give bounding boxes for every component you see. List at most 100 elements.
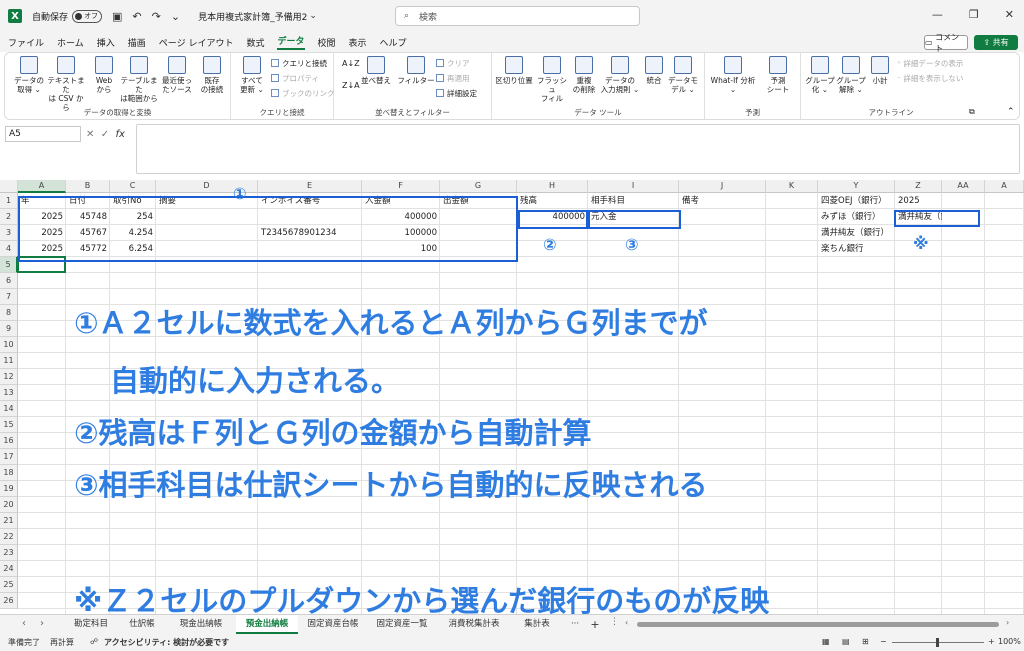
hide-detail-button[interactable]: ⁻ 詳細を表示しない xyxy=(897,73,963,84)
forecast-sheet-button[interactable]: 予測 シート xyxy=(759,56,797,94)
row-header-12[interactable]: 12 xyxy=(0,369,18,385)
row-header-26[interactable]: 26 xyxy=(0,593,18,609)
ungroup-button[interactable]: グループ 解除 ⌄ xyxy=(835,56,867,94)
tab-formulas[interactable]: 数式 xyxy=(246,36,264,49)
clear-filter-button[interactable]: クリア xyxy=(436,58,470,69)
tab-help[interactable]: ヘルプ xyxy=(380,36,407,49)
redo-icon[interactable]: ↷ xyxy=(152,10,161,23)
row-header-20[interactable]: 20 xyxy=(0,497,18,513)
row-header-22[interactable]: 22 xyxy=(0,529,18,545)
sheet-tab-2[interactable]: 仕訳帳 xyxy=(118,615,166,634)
column-header-C[interactable]: C xyxy=(110,180,156,193)
autosave-toggle[interactable]: オフ xyxy=(72,9,103,23)
undo-icon[interactable]: ↶ xyxy=(132,10,141,23)
page-layout-view-icon[interactable]: ▤ xyxy=(842,637,850,646)
tab-options-icon[interactable]: ⋮ xyxy=(610,617,619,627)
scroll-left-icon[interactable]: ‹ xyxy=(625,618,628,627)
column-header-AA[interactable]: AA xyxy=(942,180,985,193)
maximize-icon[interactable]: ❐ xyxy=(969,8,979,21)
row-header-6[interactable]: 6 xyxy=(0,273,18,289)
row-header-7[interactable]: 7 xyxy=(0,289,18,305)
tab-home[interactable]: ホーム xyxy=(57,36,84,49)
row-header-14[interactable]: 14 xyxy=(0,401,18,417)
row-header-19[interactable]: 19 xyxy=(0,481,18,497)
row-header-18[interactable]: 18 xyxy=(0,465,18,481)
row-header-17[interactable]: 17 xyxy=(0,449,18,465)
tab-draw[interactable]: 描画 xyxy=(128,36,146,49)
get-data-button[interactable]: データの 取得 ⌄ xyxy=(9,56,49,94)
horizontal-scrollbar[interactable] xyxy=(637,622,999,627)
row-header-25[interactable]: 25 xyxy=(0,577,18,593)
zoom-in-icon[interactable]: + xyxy=(988,637,995,646)
row-header-8[interactable]: 8 xyxy=(0,305,18,321)
workbook-links-button[interactable]: ブックのリンク xyxy=(271,88,335,99)
row-header-21[interactable]: 21 xyxy=(0,513,18,529)
tab-page-layout[interactable]: ページ レイアウト xyxy=(159,36,234,49)
row-header-24[interactable]: 24 xyxy=(0,561,18,577)
more-sheets-button[interactable]: ··· xyxy=(568,615,582,634)
subtotal-button[interactable]: 小計 xyxy=(865,56,895,85)
zoom-out-icon[interactable]: − xyxy=(880,637,887,646)
tab-file[interactable]: ファイル xyxy=(8,36,44,49)
insert-function-icon[interactable]: fx xyxy=(116,129,125,140)
cell-Y1[interactable]: 四菱OEJ（銀行） xyxy=(818,193,895,209)
row-header-16[interactable]: 16 xyxy=(0,433,18,449)
close-icon[interactable]: ✕ xyxy=(1005,8,1014,21)
row-header-13[interactable]: 13 xyxy=(0,385,18,401)
column-header-A[interactable]: A xyxy=(18,180,66,193)
row-header-23[interactable]: 23 xyxy=(0,545,18,561)
row-header-3[interactable]: 3 xyxy=(0,225,18,241)
title-dropdown-icon[interactable]: ⌄ xyxy=(309,11,317,21)
cell-Y4[interactable]: 楽ちん銀行 xyxy=(818,241,895,257)
cell-Z1[interactable]: 2025 xyxy=(895,193,942,209)
sheet-tab-8[interactable]: 集計表 xyxy=(512,615,562,634)
group-button[interactable]: グループ 化 ⌄ xyxy=(803,56,837,94)
zoom-slider-thumb[interactable] xyxy=(936,638,939,647)
dialog-launcher-icon[interactable]: ⧉ xyxy=(969,107,975,117)
show-detail-button[interactable]: ⁺ 詳細データの表示 xyxy=(897,58,963,69)
sheet-tab-5[interactable]: 固定資産台帳 xyxy=(300,615,366,634)
column-header-B[interactable]: B xyxy=(66,180,110,193)
row-header-1[interactable]: 1 xyxy=(0,193,18,209)
scroll-right-icon[interactable]: › xyxy=(1006,618,1009,627)
comment-button[interactable]: ▭ コメント xyxy=(924,33,968,53)
data-model-button[interactable]: データモ デル ⌄ xyxy=(664,56,702,94)
column-header-J[interactable]: J xyxy=(679,180,766,193)
next-sheet-icon[interactable]: › xyxy=(40,618,44,629)
what-if-button[interactable]: What-If 分析 ⌄ xyxy=(709,56,757,94)
sheet-tab-4[interactable]: 預金出納帳 xyxy=(236,615,298,634)
data-validation-button[interactable]: データの 入力規則 ⌄ xyxy=(598,56,642,94)
row-header-10[interactable]: 10 xyxy=(0,337,18,353)
row-header-11[interactable]: 11 xyxy=(0,353,18,369)
column-header-E[interactable]: E xyxy=(258,180,362,193)
select-all-corner[interactable] xyxy=(0,180,18,193)
name-box[interactable]: A5 xyxy=(5,126,81,142)
row-header-4[interactable]: 4 xyxy=(0,241,18,257)
from-table-button[interactable]: テーブルまた は範囲から xyxy=(117,56,161,103)
save-icon[interactable]: ▣ xyxy=(112,10,122,23)
recent-sources-button[interactable]: 最近使っ たソース xyxy=(157,56,197,94)
normal-view-icon[interactable]: ▦ xyxy=(822,637,830,646)
cell-I1[interactable]: 相手科目 xyxy=(588,193,679,209)
column-header-Z[interactable]: Z xyxy=(895,180,942,193)
cell-J1[interactable]: 備考 xyxy=(679,193,766,209)
column-header-Y[interactable]: Y xyxy=(818,180,895,193)
cancel-icon[interactable]: ✕ xyxy=(86,129,94,140)
existing-connections-button[interactable]: 既存 の接続 xyxy=(195,56,229,94)
advanced-filter-button[interactable]: 詳細設定 xyxy=(436,88,477,99)
enter-icon[interactable]: ✓ xyxy=(101,129,109,140)
collapse-ribbon-icon[interactable]: ⌃ xyxy=(1007,107,1015,117)
zoom-level[interactable]: 100% xyxy=(998,637,1021,646)
minimize-icon[interactable]: — xyxy=(932,8,943,21)
row-header-15[interactable]: 15 xyxy=(0,417,18,433)
cell-H1[interactable]: 残高 xyxy=(517,193,588,209)
column-header-G[interactable]: G xyxy=(440,180,517,193)
properties-button[interactable]: プロパティ xyxy=(271,73,319,84)
search-input[interactable]: ⌕ 検索 xyxy=(395,6,640,26)
formula-input[interactable] xyxy=(136,124,1020,174)
from-text-csv-button[interactable]: テキストまた は CSV から xyxy=(45,56,87,112)
filter-button[interactable]: フィルター xyxy=(396,56,436,85)
tab-data[interactable]: データ xyxy=(277,34,305,50)
reapply-button[interactable]: 再適用 xyxy=(436,73,470,84)
text-to-columns-button[interactable]: 区切り位置 xyxy=(494,56,534,85)
